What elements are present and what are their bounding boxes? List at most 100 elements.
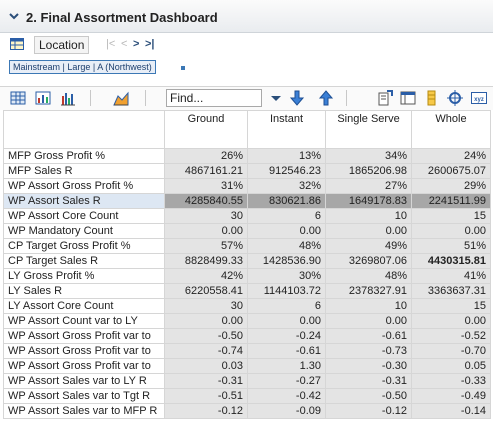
table-cell[interactable]: 1428536.90 [247, 253, 326, 269]
table-cell[interactable]: 32% [247, 178, 326, 194]
table-cell[interactable]: -0.73 [325, 343, 412, 359]
row-label[interactable]: CP Target Gross Profit % [3, 238, 165, 254]
table-row[interactable]: WP Assort Core Count 30 6 10 15 [3, 208, 491, 224]
table-cell[interactable]: 42% [164, 268, 248, 284]
table-cell[interactable]: 0.00 [247, 313, 326, 329]
table-cell[interactable]: -0.24 [247, 328, 326, 344]
row-label[interactable]: WP Assort Gross Profit var to [3, 328, 165, 344]
table-cell[interactable]: -0.31 [164, 373, 248, 389]
column-header[interactable]: Ground [164, 110, 248, 149]
table-row[interactable]: CP Target Gross Profit % 57% 48% 49% 51% [3, 238, 491, 254]
collapse-chevron-icon[interactable] [8, 10, 20, 22]
chart-grid-view-icon[interactable] [35, 90, 51, 106]
table-row[interactable]: WP Assort Gross Profit var to -0.50 -0.24-… [3, 328, 491, 344]
row-label[interactable]: LY Gross Profit % [3, 268, 165, 284]
xyz-icon[interactable]: xyz [471, 90, 487, 106]
table-cell[interactable]: 48% [325, 268, 412, 284]
table-cell[interactable]: 1865206.98 [325, 163, 412, 179]
table-cell[interactable]: 6220558.41 [164, 283, 248, 299]
column-header[interactable]: Whole [411, 110, 491, 149]
table-cell[interactable]: 49% [325, 238, 412, 254]
table-cell[interactable]: -0.70 [411, 343, 491, 359]
table-cell[interactable]: -0.74 [164, 343, 248, 359]
area-chart-icon[interactable] [113, 90, 129, 106]
table-cell[interactable]: 3269807.06 [325, 253, 412, 269]
table-cell[interactable]: -0.61 [325, 328, 412, 344]
column-header[interactable]: Instant [247, 110, 326, 149]
find-previous-up-icon[interactable] [318, 90, 334, 106]
table-cell[interactable]: 0.00 [325, 223, 412, 239]
bar-chart-icon[interactable] [60, 90, 76, 106]
table-cell[interactable]: -0.12 [325, 403, 412, 419]
table-cell[interactable]: 31% [164, 178, 248, 194]
row-label[interactable]: WP Assort Count var to LY [3, 313, 165, 329]
table-cell[interactable]: 0.00 [164, 223, 248, 239]
table-row[interactable]: MFP Gross Profit % 26% 13% 34% 24% [3, 148, 491, 164]
chip-handle-icon[interactable] [181, 66, 185, 70]
table-cell[interactable]: 13% [247, 148, 326, 164]
row-label[interactable]: WP Assort Gross Profit var to [3, 358, 165, 374]
table-cell[interactable]: 6 [247, 208, 326, 224]
table-cell[interactable]: 0.00 [247, 223, 326, 239]
location-button[interactable]: Location [34, 36, 90, 54]
table-cell[interactable]: 34% [325, 148, 412, 164]
last-page-icon[interactable]: >| [145, 38, 155, 50]
table-cell[interactable]: -0.09 [247, 403, 326, 419]
table-cell[interactable]: 27% [325, 178, 412, 194]
row-label[interactable]: WP Mandatory Count [3, 223, 165, 239]
find-dropdown-icon[interactable] [268, 90, 284, 106]
table-row[interactable]: LY Sales R 6220558.41 1144103.72 2378327.91… [3, 283, 491, 299]
table-row[interactable]: WP Assort Count var to LY 0.00 0.00 0.00 0.0… [3, 313, 491, 329]
table-cell[interactable]: -0.30 [325, 358, 412, 374]
column-header[interactable]: Single Serve [325, 110, 412, 149]
table-cell[interactable]: 48% [247, 238, 326, 254]
table-cell[interactable]: 10 [325, 208, 412, 224]
table-cell[interactable]: 0.03 [164, 358, 248, 374]
row-label[interactable]: MFP Gross Profit % [3, 148, 165, 164]
table-row[interactable]: LY Gross Profit % 42% 30% 48% 41% [3, 268, 491, 284]
table-cell[interactable]: -0.50 [164, 328, 248, 344]
table-cell[interactable]: -0.51 [164, 388, 248, 404]
table-row[interactable]: WP Assort Sales var to LY R -0.31 -0.27 -0.… [3, 373, 491, 389]
table-cell[interactable]: 6 [247, 298, 326, 314]
location-filter-chip[interactable]: Mainstream | Large | A (Northwest) [9, 60, 156, 74]
table-cell[interactable]: 8828499.33 [164, 253, 248, 269]
table-row[interactable]: LY Assort Core Count 30 6 10 15 [3, 298, 491, 314]
grid-view-icon[interactable] [10, 90, 26, 106]
column-settings-icon[interactable] [424, 90, 440, 106]
table-cell[interactable]: 41% [411, 268, 491, 284]
table-cell[interactable]: 51% [411, 238, 491, 254]
freeze-panes-icon[interactable] [400, 90, 416, 106]
table-cell[interactable]: 2241511.99 [411, 193, 491, 209]
row-label[interactable]: WP Assort Gross Profit % [3, 178, 165, 194]
find-input[interactable] [166, 89, 262, 107]
table-cell[interactable]: -0.14 [411, 403, 491, 419]
table-cell[interactable]: -0.49 [411, 388, 491, 404]
row-label[interactable]: MFP Sales R [3, 163, 165, 179]
row-label[interactable]: WP Assort Sales var to Tgt R [3, 388, 165, 404]
table-cell[interactable]: 10 [325, 298, 412, 314]
table-row[interactable]: MFP Sales R 4867161.21 912546.23 1865206.98… [3, 163, 491, 179]
table-cell[interactable]: -0.61 [247, 343, 326, 359]
table-view-icon[interactable] [10, 38, 24, 50]
find-next-down-icon[interactable] [289, 90, 305, 106]
table-cell[interactable]: 30% [247, 268, 326, 284]
row-label[interactable]: WP Assort Gross Profit var to [3, 343, 165, 359]
export-icon[interactable] [377, 90, 393, 106]
table-cell[interactable]: 30 [164, 208, 248, 224]
table-cell[interactable]: 1649178.83 [325, 193, 412, 209]
row-label[interactable]: WP Assort Sales var to MFP R [3, 403, 165, 419]
table-cell[interactable]: 0.00 [164, 313, 248, 329]
table-cell[interactable]: -0.52 [411, 328, 491, 344]
table-cell[interactable]: 4430315.81 [411, 253, 491, 269]
table-cell[interactable]: 0.00 [325, 313, 412, 329]
row-label[interactable]: WP Assort Core Count [3, 208, 165, 224]
table-row[interactable]: WP Assort Sales R 4285840.55 830621.86 1649… [3, 193, 491, 209]
table-cell[interactable]: 912546.23 [247, 163, 326, 179]
row-label[interactable]: CP Target Sales R [3, 253, 165, 269]
row-label[interactable]: LY Assort Core Count [3, 298, 165, 314]
table-row[interactable]: WP Assort Sales var to Tgt R -0.51 -0.42 -0… [3, 388, 491, 404]
table-cell[interactable]: 15 [411, 298, 491, 314]
table-cell[interactable]: 26% [164, 148, 248, 164]
table-cell[interactable]: 15 [411, 208, 491, 224]
